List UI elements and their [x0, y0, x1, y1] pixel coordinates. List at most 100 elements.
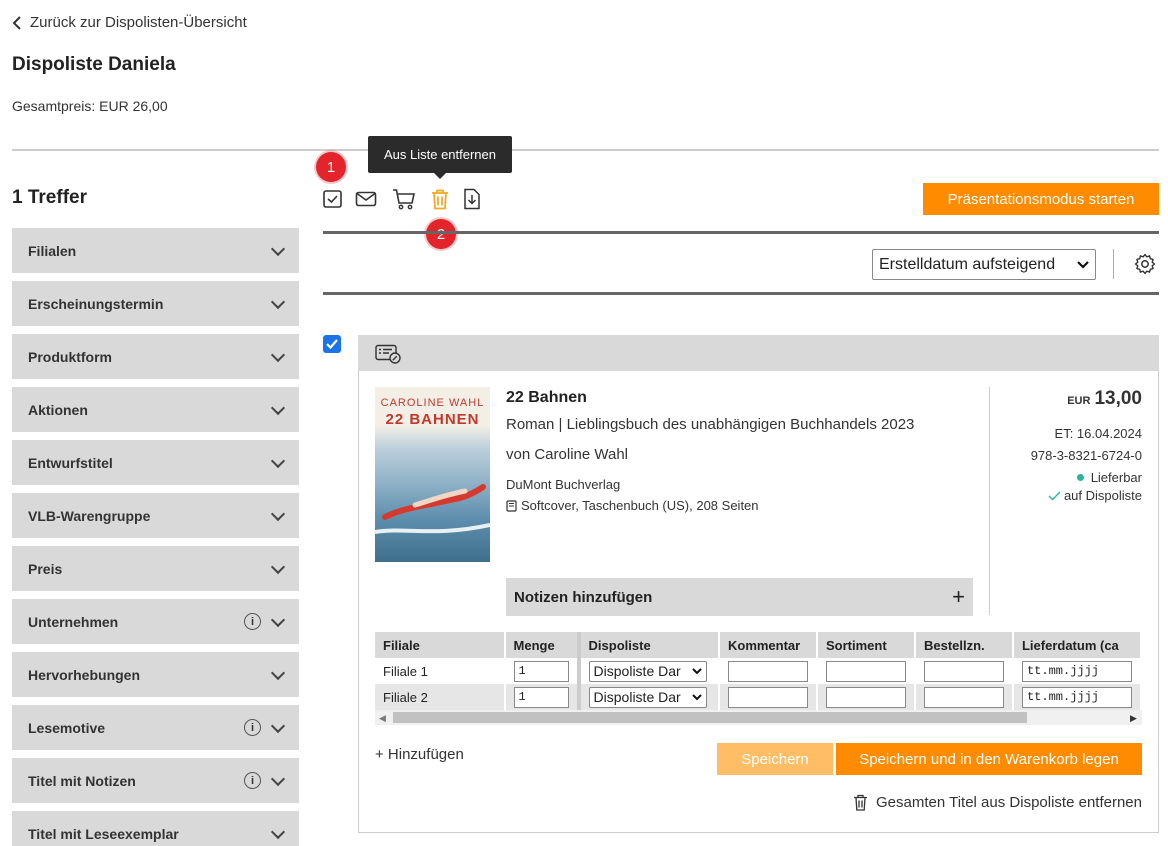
product-author: von Caroline Wahl [506, 446, 628, 463]
quantity-input[interactable]: 1 [513, 660, 569, 682]
isbn: 978-3-8321-6724-0 [1030, 448, 1142, 463]
branch-table: Filiale Menge Dispoliste Kommentar Sorti… [375, 632, 1142, 710]
branch-name: Filiale 1 [375, 658, 506, 684]
facet-vlb-warengruppe[interactable]: VLB-Warengruppe [12, 493, 299, 538]
scroll-right-icon[interactable]: ▶ [1130, 713, 1137, 724]
chevron-down-icon [270, 771, 286, 786]
settings-gear-icon[interactable] [1134, 253, 1156, 275]
add-branch-button[interactable]: + Hinzufügen [375, 746, 464, 763]
price-value: 13,00 [1094, 388, 1142, 409]
scroll-left-icon[interactable]: ◀ [379, 713, 386, 724]
facet-label: Filialen [28, 242, 77, 259]
facet-label: Unternehmen [28, 613, 119, 630]
page-title: Dispoliste Daniela [12, 54, 176, 75]
comment-input[interactable] [727, 686, 808, 708]
order-code-input[interactable] [923, 686, 1004, 708]
chevron-down-icon [270, 718, 286, 733]
facet-lesemotive[interactable]: Lesemotive i [12, 705, 299, 750]
sort-select[interactable]: Erstelldatum aufsteigend [872, 249, 1096, 280]
availability: Lieferbar [1076, 470, 1142, 485]
trash-icon [854, 794, 868, 811]
facet-label: Produktform [28, 348, 112, 365]
divider [323, 292, 1159, 295]
divider [323, 231, 1159, 234]
branch-name: Filiale 2 [375, 684, 506, 710]
on-list-label: auf Dispoliste [1063, 488, 1142, 503]
facet-titel-mit-notizen[interactable]: Titel mit Notizen i [12, 758, 299, 803]
chevron-down-icon [270, 612, 286, 627]
facet-aktionen[interactable]: Aktionen [12, 387, 299, 432]
dispolist-select[interactable]: Dispoliste Dar [588, 686, 707, 708]
check-icon [1048, 491, 1061, 500]
status-dot-icon [1076, 474, 1084, 481]
dispolist-select[interactable]: Dispoliste Dar [588, 660, 707, 682]
chevron-down-icon [270, 559, 286, 574]
availability-label: Lieferbar [1090, 470, 1142, 485]
facet-label: Erscheinungstermin [28, 295, 164, 312]
info-icon[interactable]: i [244, 613, 261, 630]
on-list-status: auf Dispoliste [1048, 488, 1142, 503]
col-header: Dispoliste [578, 632, 720, 658]
back-link-label: Zurück zur Dispolisten-Übersicht [30, 14, 247, 31]
chevron-down-icon [270, 453, 286, 468]
quantity-input[interactable]: 1 [513, 686, 569, 708]
step-badge-2: 2 [426, 219, 456, 249]
hits-count: 1 Treffer [12, 187, 87, 208]
divider [1113, 249, 1114, 279]
info-icon[interactable]: i [244, 772, 261, 789]
col-header: Filiale [375, 632, 506, 658]
chevron-down-icon [270, 294, 286, 309]
sort-select-value: Erstelldatum aufsteigend [879, 255, 1056, 273]
col-header: Bestellzn. [914, 632, 1014, 658]
remove-title-link[interactable]: Gesamten Titel aus Dispoliste entfernen [853, 794, 1142, 811]
facet-produktform[interactable]: Produktform [12, 334, 299, 379]
table-row: Filiale 2 1 Dispoliste Dar tt.mm.jjjj [375, 684, 1142, 710]
comment-input[interactable] [727, 660, 808, 682]
col-header: Kommentar [718, 632, 818, 658]
product-publisher: DuMont Buchverlag [506, 477, 621, 492]
presentation-mode-button[interactable]: Präsentationsmodus starten [923, 183, 1159, 215]
divider [989, 387, 990, 615]
facet-label: Titel mit Notizen [28, 772, 136, 789]
plus-icon: + [952, 584, 965, 609]
cart-icon[interactable] [392, 188, 416, 210]
add-notes-bar[interactable]: Notizen hinzufügen + [506, 578, 973, 616]
price-currency: EUR [1067, 395, 1091, 407]
list-edit-icon[interactable] [375, 344, 401, 364]
assortment-input[interactable] [825, 686, 906, 708]
facet-label: Entwurfstitel [28, 454, 113, 471]
release-date: ET: 16.04.2024 [1054, 426, 1142, 441]
facet-erscheinungstermin[interactable]: Erscheinungstermin [12, 281, 299, 326]
facet-entwurfstitel[interactable]: Entwurfstitel [12, 440, 299, 485]
facet-titel-mit-leseexemplar[interactable]: Titel mit Leseexemplar [12, 811, 299, 846]
save-and-add-to-cart-button[interactable]: Speichern und in den Warenkorb legen [836, 743, 1142, 775]
assortment-input[interactable] [825, 660, 906, 682]
mail-icon[interactable] [355, 188, 377, 210]
chevron-left-icon [12, 15, 21, 30]
scrollbar-thumb[interactable] [393, 712, 1027, 723]
chevron-down-icon [270, 665, 286, 680]
divider [12, 149, 1159, 151]
chevron-down-icon [270, 400, 286, 415]
facet-preis[interactable]: Preis [12, 546, 299, 591]
facet-label: VLB-Warengruppe [28, 507, 151, 524]
chevron-down-icon [270, 241, 286, 256]
download-icon[interactable] [461, 188, 483, 210]
facet-hervorhebungen[interactable]: Hervorhebungen [12, 652, 299, 697]
order-code-input[interactable] [923, 660, 1004, 682]
title-checkbox[interactable] [323, 335, 341, 353]
facet-unternehmen[interactable]: Unternehmen i [12, 599, 299, 644]
info-icon[interactable]: i [244, 719, 261, 736]
back-link[interactable]: Zurück zur Dispolisten-Übersicht [12, 14, 247, 31]
facet-label: Aktionen [28, 401, 88, 418]
save-button[interactable]: Speichern [717, 743, 833, 775]
chevron-down-icon [691, 693, 702, 700]
check-icon [326, 339, 338, 350]
product-title[interactable]: 22 Bahnen [506, 389, 587, 407]
dispolist-select-value: Dispoliste Dar [593, 663, 681, 679]
delivery-date-input[interactable]: tt.mm.jjjj [1021, 686, 1132, 708]
trash-icon[interactable] [429, 188, 451, 210]
facet-filialen[interactable]: Filialen [12, 228, 299, 273]
delivery-date-input[interactable]: tt.mm.jjjj [1021, 660, 1132, 682]
select-all-icon[interactable] [322, 188, 344, 210]
